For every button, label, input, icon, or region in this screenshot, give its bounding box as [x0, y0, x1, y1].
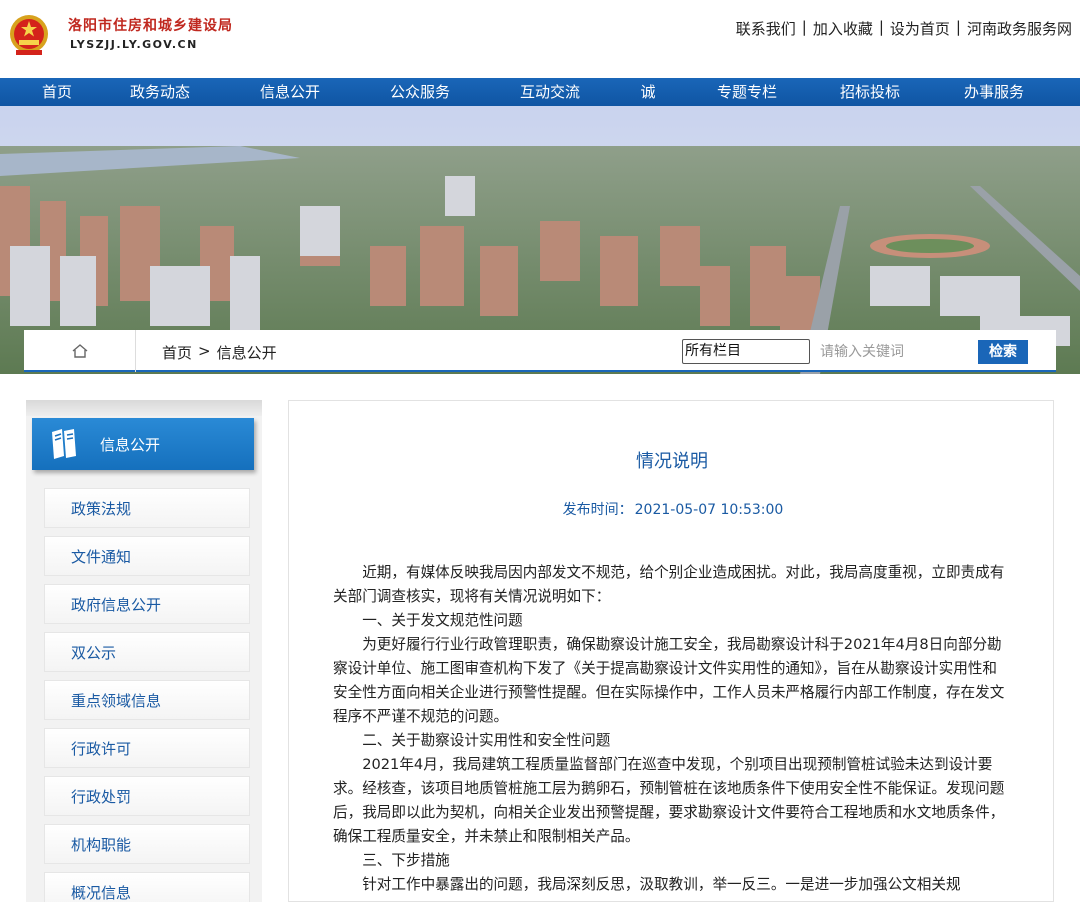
books-icon	[52, 429, 76, 459]
article-paragraph: 近期，有媒体反映我局因内部发文不规范，给个别企业造成困扰。对此，我局高度重视，立…	[333, 564, 1005, 605]
search-input[interactable]	[816, 339, 966, 364]
article-title: 情况说明	[636, 451, 708, 472]
sidebar-item-notices[interactable]: 文件通知	[44, 536, 250, 576]
henan-gov-service-link[interactable]: 河南政务服务网	[967, 18, 1072, 39]
nav-credit[interactable]: 诚信建	[634, 78, 662, 157]
sidebar-header: 信息公开	[32, 418, 254, 470]
search-scope-select[interactable]: 所有栏目	[682, 339, 810, 364]
sidebar-item-double-publicity[interactable]: 双公示	[44, 632, 250, 672]
breadcrumb-current[interactable]: 信息公开	[217, 342, 277, 363]
article-section-heading: 三、下步措施	[362, 852, 450, 869]
sidebar-item-key-areas[interactable]: 重点领域信息	[44, 680, 250, 720]
link-separator: |	[955, 18, 961, 36]
sidebar-item-licensing[interactable]: 行政许可	[44, 728, 250, 768]
add-favorite-link[interactable]: 加入收藏	[813, 18, 873, 39]
publish-label: 发布时间：	[562, 502, 633, 518]
breadcrumb: 首页 > 信息公开	[162, 342, 277, 363]
article-paragraph: 为更好履行行业行政管理职责，确保勘察设计施工安全，我局勘察设计科于2021年4月…	[333, 636, 1005, 725]
publish-time: 2021-05-07 10:53:00	[634, 502, 784, 518]
sidebar-item-penalties[interactable]: 行政处罚	[44, 776, 250, 816]
nav-special-topics[interactable]: 专题专栏	[662, 78, 832, 106]
link-separator: |	[878, 18, 884, 36]
home-cell[interactable]	[24, 330, 136, 372]
sidebar-top-strip	[26, 400, 262, 416]
article-meta: 发布时间： 2021-05-07 10:53:00	[289, 499, 1055, 519]
nav-public-service[interactable]: 公众服务	[374, 78, 466, 106]
breadcrumb-bar: 首页 > 信息公开 所有栏目 检索	[24, 330, 1056, 372]
breadcrumb-home[interactable]: 首页	[162, 342, 192, 363]
site-header: 洛阳市住房和城乡建设局 LYSZJJ.LY.GOV.CN 联系我们 | 加入收藏…	[0, 0, 1080, 78]
article-panel: 情况说明 发布时间： 2021-05-07 10:53:00 近期，有媒体反映我局…	[288, 400, 1054, 902]
set-homepage-link[interactable]: 设为首页	[890, 18, 950, 39]
main-nav: 首页 政务动态 信息公开 公众服务 互动交流 诚信建 专题专栏 招标投标 办事服…	[0, 78, 1080, 157]
nav-news[interactable]: 政务动态	[114, 78, 206, 106]
article-paragraph: 针对工作中暴露出的问题，我局深刻反思，汲取教训，举一反三。一是进一步加强公文相关…	[362, 876, 961, 893]
nav-home[interactable]: 首页	[0, 78, 114, 106]
national-emblem-icon	[10, 15, 48, 55]
nav-bidding[interactable]: 招标投标	[832, 78, 908, 106]
breadcrumb-separator: >	[198, 342, 211, 360]
nav-info-disclosure[interactable]: 信息公开	[206, 78, 374, 106]
link-separator: |	[801, 18, 807, 36]
sidebar-list: 政策法规 文件通知 政府信息公开 双公示 重点领域信息 行政许可 行政处罚 机构…	[44, 488, 250, 902]
sidebar-title: 信息公开	[100, 435, 161, 454]
site-name: 洛阳市住房和城乡建设局	[68, 18, 233, 34]
contact-us-link[interactable]: 联系我们	[736, 18, 796, 39]
sidebar-item-policy[interactable]: 政策法规	[44, 488, 250, 528]
search-button[interactable]: 检索	[978, 340, 1028, 364]
nav-interaction[interactable]: 互动交流	[466, 78, 634, 106]
home-icon[interactable]	[71, 343, 89, 359]
sidebar-item-functions[interactable]: 机构职能	[44, 824, 250, 864]
sidebar: 信息公开 政策法规 文件通知 政府信息公开 双公示 重点领域信息 行政许可 行政…	[26, 400, 262, 902]
sidebar-item-overview[interactable]: 概况信息	[44, 872, 250, 902]
sidebar-item-gov-info[interactable]: 政府信息公开	[44, 584, 250, 624]
nav-services[interactable]: 办事服务	[908, 78, 1080, 106]
article-body: 近期，有媒体反映我局因内部发文不规范，给个别企业造成困扰。对此，我局高度重视，立…	[333, 561, 1005, 897]
article-section-heading: 二、关于勘察设计实用性和安全性问题	[362, 732, 611, 749]
top-links: 联系我们 | 加入收藏 | 设为首页 | 河南政务服务网	[736, 18, 1072, 39]
site-domain: LYSZJJ.LY.GOV.CN	[70, 38, 198, 51]
article-paragraph: 2021年4月，我局建筑工程质量监督部门在巡查中发现，个别项目出现预制管桩试验未…	[333, 756, 1005, 845]
article-section-heading: 一、关于发文规范性问题	[362, 612, 523, 629]
